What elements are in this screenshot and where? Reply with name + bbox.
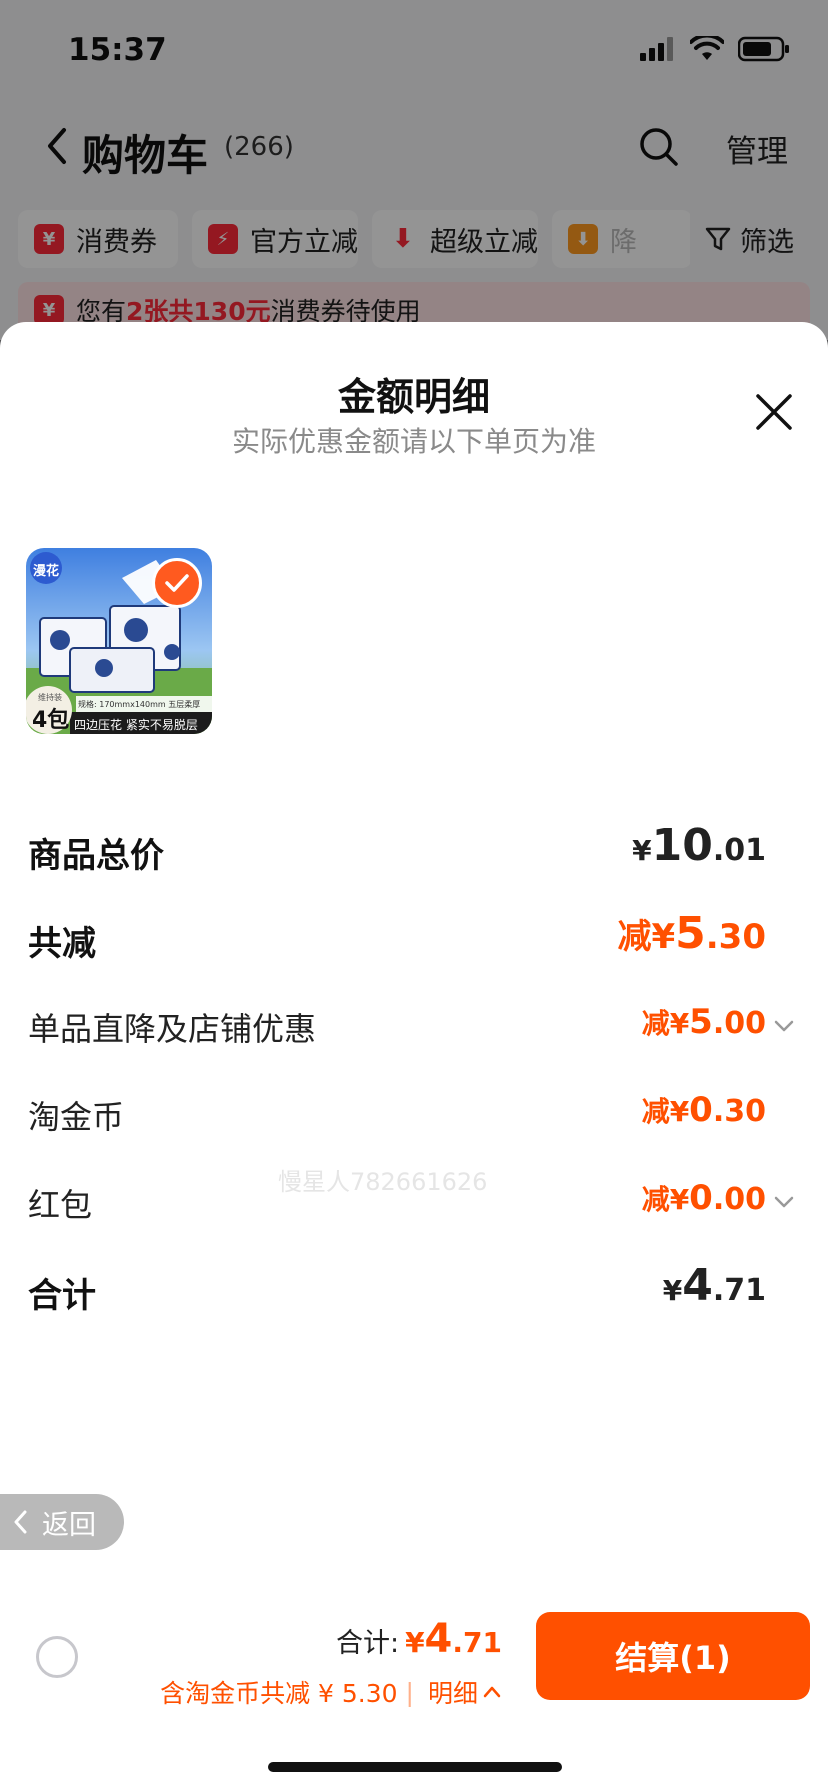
chevron-down-icon[interactable] [772,1014,796,1038]
row-label: 共减 [28,924,96,964]
row-label: 合计 [28,1276,96,1316]
checkout-button[interactable]: 结算(1) [536,1612,810,1700]
row-value: 减¥5.00 [641,1002,766,1042]
brand-tag: 漫花 [33,564,60,579]
row-value: ¥4.71 [662,1260,766,1311]
pack-label: 4包 [32,708,70,733]
back-chevron-icon [14,1510,27,1534]
sheet-title: 金额明细 [337,375,490,419]
row-value: ¥10.01 [632,820,766,871]
row-label: 单品直降及店铺优惠 [28,1010,317,1048]
total-label: 合计: [335,1628,400,1659]
chevron-up-icon [483,1686,501,1698]
row-value: 减¥5.30 [617,908,766,959]
amount-detail-sheet: 金额明细 实际优惠金额请以下单页为准 漫花 维持装 4包 规格: 170mmx1… [0,322,828,1792]
row-item-store-discount[interactable]: 单品直降及店铺优惠 减¥5.00 [28,996,766,1056]
row-grand-total: 合计 ¥4.71 [28,1260,766,1320]
return-label: 返回 [42,1509,96,1541]
selected-check-icon[interactable] [152,558,202,608]
sheet-subtitle: 实际优惠金额请以下单页为准 [231,425,596,458]
total-decimal: .71 [452,1626,502,1659]
spec-text: 规格: 170mmx140mm 五层柔厚 [78,700,201,709]
return-button[interactable]: 返回 [0,1494,124,1550]
row-value: 减¥0.30 [641,1090,766,1130]
detail-toggle[interactable]: 明细 [428,1674,502,1710]
total-currency: ¥ [405,1626,425,1659]
row-value: 减¥0.00 [641,1178,766,1218]
total-integer: 4 [424,1616,453,1662]
chevron-down-icon[interactable] [772,1190,796,1214]
row-red-packet[interactable]: 红包 减¥0.00 [28,1172,766,1232]
discount-text: 含淘金币共减 ¥ 5.30 [160,1679,398,1708]
row-subtotal: 商品总价 ¥10.01 [28,820,766,880]
row-label: 商品总价 [28,836,164,876]
separator: | [405,1677,414,1707]
select-all-radio[interactable] [36,1636,78,1678]
home-indicator [268,1762,562,1772]
checkout-total: 合计: ¥ 4 .71 [336,1616,502,1662]
row-total-discount: 共减 减¥5.30 [28,908,766,968]
row-label: 红包 [28,1186,93,1224]
checkout-bar: 合计: ¥ 4 .71 含淘金币共减 ¥ 5.30 | 明细 结算(1) [0,1582,828,1792]
row-taojinbi: 淘金币 减¥0.30 [28,1084,766,1144]
detail-label: 明细 [427,1679,478,1708]
banner-text: 四边压花 紧实不易脱层 [74,718,198,732]
close-icon[interactable] [752,390,796,434]
row-label: 淘金币 [28,1098,125,1136]
discount-summary: 含淘金币共减 ¥ 5.30 | 明细 [160,1674,502,1710]
